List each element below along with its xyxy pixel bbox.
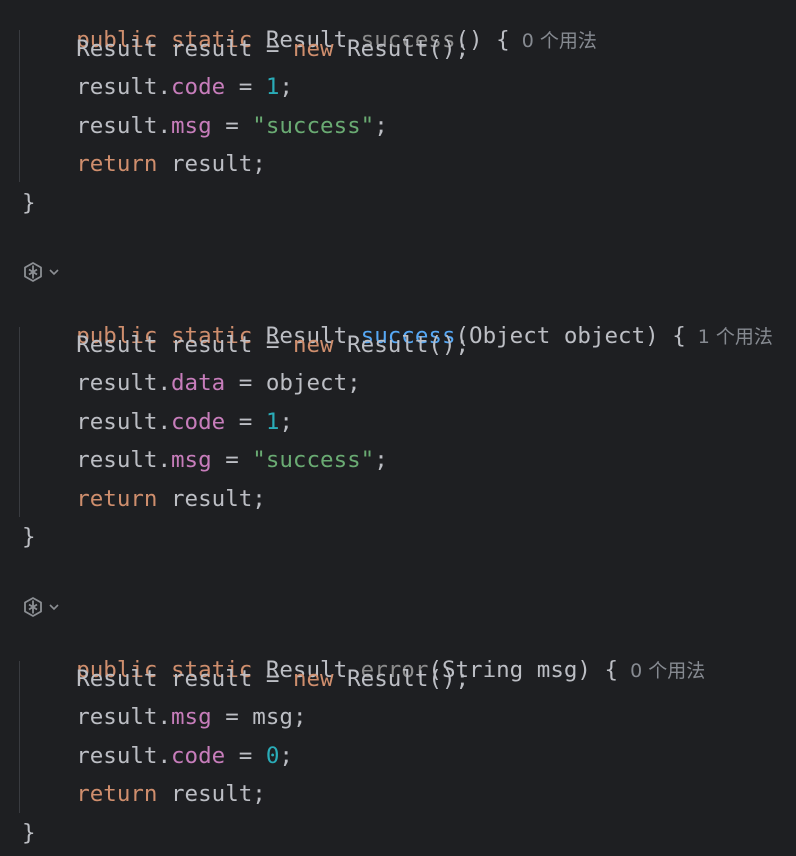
indent-guide (19, 661, 20, 813)
chevron-down-icon[interactable] (48, 266, 60, 278)
method-signature[interactable]: public static Result success() {0 个用法 (22, 0, 597, 53)
variable-ref: msg (252, 704, 293, 730)
code-line[interactable]: result.data = object; (22, 368, 360, 398)
code-line[interactable]: result.msg = "success"; (22, 111, 388, 141)
usages-inlay-hint[interactable]: 0 个用法 (630, 660, 705, 682)
ai-assistant-icon[interactable] (22, 261, 44, 283)
code-line[interactable]: result.code = 0; (22, 741, 293, 771)
keyword-return: return (76, 151, 158, 177)
indent-guide (19, 30, 20, 182)
open-brace: { (604, 657, 619, 683)
variable-ref: object (265, 370, 348, 396)
field-name: msg (171, 704, 212, 730)
code-line[interactable]: Result result = new Result(); (22, 330, 469, 360)
ai-gutter-action[interactable] (22, 594, 60, 620)
keyword-new: new (292, 36, 334, 62)
code-line[interactable]: result.msg = msg; (22, 702, 306, 732)
method-signature[interactable]: public static Result error(String msg) {… (22, 625, 705, 683)
open-brace: { (672, 323, 686, 349)
chevron-down-icon[interactable] (48, 601, 60, 613)
field-name: msg (171, 447, 212, 473)
code-line[interactable]: return result; (22, 149, 266, 179)
ai-assistant-icon[interactable] (22, 596, 44, 618)
close-brace[interactable]: } (22, 818, 36, 848)
method-signature[interactable]: public static Result success(Object obje… (22, 291, 773, 349)
string-literal: "success" (252, 113, 375, 139)
code-line[interactable]: result.code = 1; (22, 72, 293, 102)
code-editor[interactable]: public static Result success() {0 个用法 Re… (0, 0, 796, 856)
usages-inlay-hint[interactable]: 0 个用法 (522, 30, 597, 52)
keyword-return: return (76, 781, 158, 807)
code-line[interactable]: result.code = 1; (22, 407, 293, 437)
usages-inlay-hint[interactable]: 1 个用法 (698, 326, 773, 348)
number-literal: 1 (265, 74, 280, 100)
code-line[interactable]: Result result = new Result(); (22, 34, 469, 64)
code-line[interactable]: return result; (22, 484, 266, 514)
field-name: code (171, 74, 226, 100)
open-brace: { (496, 27, 510, 53)
keyword-new: new (292, 666, 334, 692)
keyword-new: new (292, 332, 334, 358)
string-literal: "success" (252, 447, 375, 473)
code-line[interactable]: result.msg = "success"; (22, 445, 388, 475)
close-brace[interactable]: } (22, 522, 36, 552)
field-name: msg (171, 113, 212, 139)
close-brace[interactable]: } (22, 188, 36, 218)
field-name: data (171, 370, 226, 396)
ai-gutter-action[interactable] (22, 259, 60, 285)
indent-guide (19, 327, 20, 517)
field-name: code (171, 743, 226, 769)
code-line[interactable]: return result; (22, 779, 266, 809)
number-literal: 0 (265, 743, 280, 769)
field-name: code (171, 409, 226, 435)
keyword-return: return (76, 486, 158, 512)
code-line[interactable]: Result result = new Result(); (22, 664, 469, 694)
method-params: Object object (469, 323, 646, 349)
number-literal: 1 (265, 409, 280, 435)
